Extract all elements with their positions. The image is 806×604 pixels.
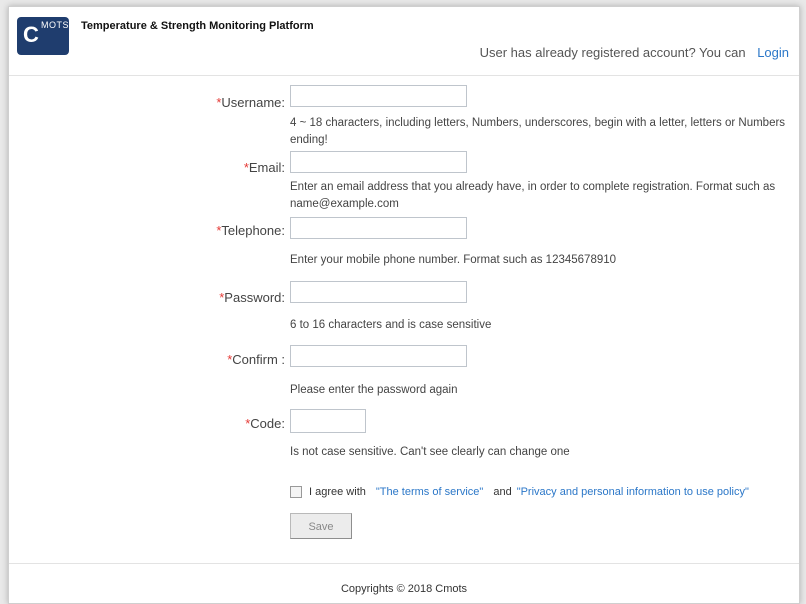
email-input[interactable] — [290, 151, 467, 173]
password-hint: 6 to 16 characters and is case sensitive — [290, 319, 492, 331]
registration-window: C MOTS Temperature & Strength Monitoring… — [8, 6, 800, 604]
login-link[interactable]: Login — [757, 45, 789, 60]
password-label: *Password: — [135, 290, 285, 305]
confirm-label: *Confirm : — [135, 352, 285, 367]
agree-and-text: and — [493, 486, 512, 498]
email-hint: Enter an email address that you already … — [290, 181, 776, 210]
username-hint: 4 ~ 18 characters, including letters, Nu… — [290, 117, 786, 146]
footer-divider — [9, 563, 799, 564]
confirm-password-input[interactable] — [290, 345, 467, 367]
telephone-hint: Enter your mobile phone number. Format s… — [290, 254, 617, 266]
confirm-hint: Please enter the password again — [290, 384, 458, 396]
app-title: Temperature & Strength Monitoring Platfo… — [81, 20, 314, 32]
username-label-text: Username: — [221, 95, 285, 110]
terms-of-service-link[interactable]: "The terms of service" — [376, 486, 483, 498]
agree-checkbox[interactable] — [290, 486, 302, 498]
password-input[interactable] — [290, 281, 467, 303]
logo-letter: C — [23, 22, 39, 47]
username-label: *Username: — [135, 95, 285, 110]
username-input[interactable] — [290, 85, 467, 107]
email-label: *Email: — [135, 160, 285, 175]
registered-prompt: User has already registered account? You… — [480, 45, 789, 60]
code-label-text: Code: — [250, 416, 285, 431]
email-label-text: Email: — [248, 160, 285, 175]
cmots-logo: C MOTS — [17, 17, 69, 55]
telephone-label: *Telephone: — [135, 223, 285, 238]
telephone-label-text: Telephone: — [221, 223, 285, 238]
header: C MOTS Temperature & Strength Monitoring… — [9, 7, 799, 76]
logo-text: MOTS — [41, 20, 69, 30]
registered-text: User has already registered account? You… — [479, 45, 746, 60]
password-label-text: Password: — [224, 290, 285, 305]
confirm-label-text: Confirm : — [232, 352, 285, 367]
privacy-policy-link[interactable]: "Privacy and personal information to use… — [517, 486, 749, 498]
agreement-row: I agree with "The terms of service" and … — [290, 486, 749, 498]
save-button[interactable]: Save — [290, 513, 352, 539]
telephone-input[interactable] — [290, 217, 467, 239]
verification-code-input[interactable] — [290, 409, 366, 433]
footer-copyright: Copyrights © 2018 Cmots — [340, 583, 468, 595]
code-hint: Is not case sensitive. Can't see clearly… — [290, 446, 570, 458]
agree-text: I agree with — [309, 486, 366, 498]
code-label: *Code: — [135, 416, 285, 431]
